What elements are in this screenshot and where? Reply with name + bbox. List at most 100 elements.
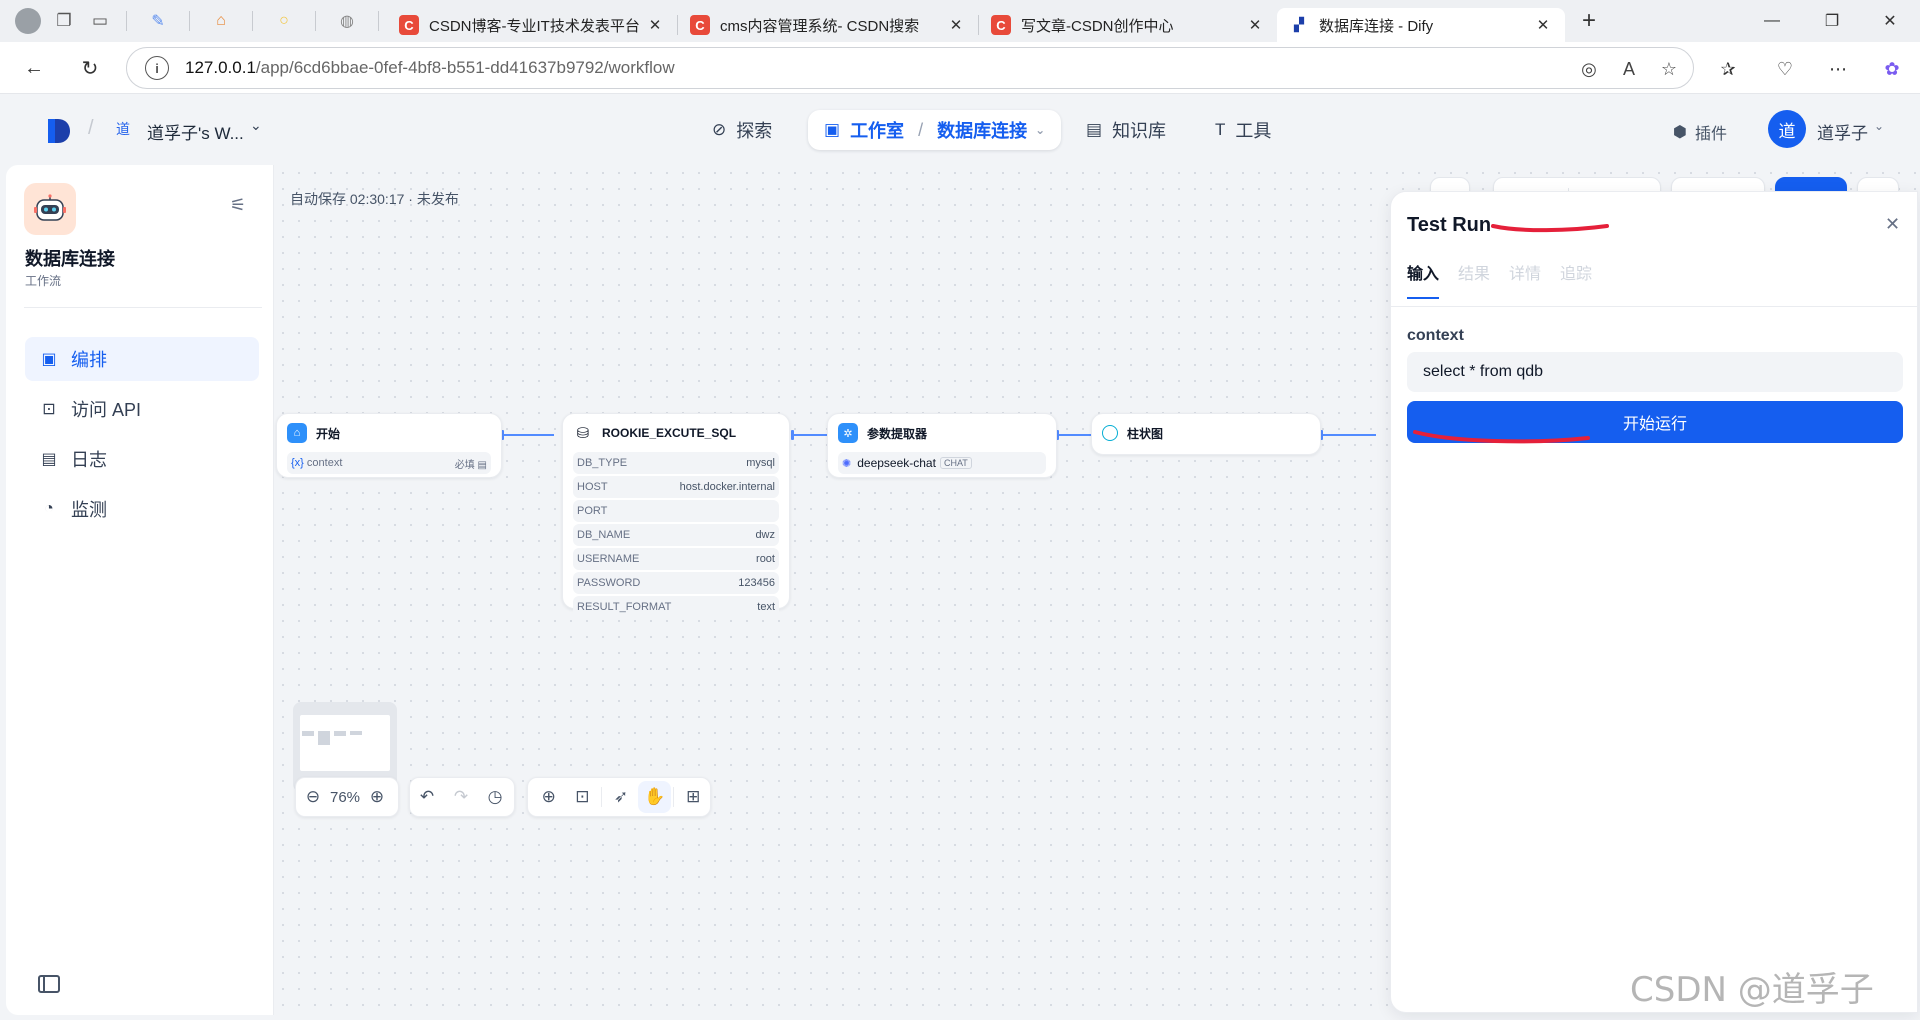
context-input[interactable] xyxy=(1407,352,1903,392)
undo-icon[interactable]: ↶ xyxy=(410,787,444,807)
close-tab-icon[interactable]: ✕ xyxy=(1245,16,1265,34)
browser-tab-bar: ❐ ▭ ✎ ⌂ ○ ◍ C CSDN博客-专业IT技术发表平台 ✕ C cms内… xyxy=(0,0,1920,42)
browser-tab[interactable]: C CSDN博客-专业IT技术发表平台 ✕ xyxy=(387,8,677,42)
sidebar-item-api[interactable]: ⊡ 访问 API xyxy=(25,387,259,431)
organize-icon[interactable]: ⊞ xyxy=(676,787,710,807)
browser-tab-active[interactable]: ▞ 数据库连接 - Dify ✕ xyxy=(1277,8,1565,42)
add-node-icon[interactable]: ⊕ xyxy=(532,787,566,807)
edge-start-sql[interactable] xyxy=(502,434,554,436)
sidebar-settings-icon[interactable]: ⚟ xyxy=(230,195,246,216)
chevron-down-icon[interactable]: ⌄ xyxy=(1874,119,1884,133)
node-var-row: {x} context 必填 ▤ xyxy=(287,452,491,474)
browser-tab[interactable]: C cms内容管理系统- CSDN搜索 ✕ xyxy=(678,8,978,42)
workflow-canvas[interactable]: 自动保存 02:30:17 · 未发布 ENV ▷ 运行 ◷ ☰ ⁘ 功能 发布… xyxy=(275,165,1920,1015)
pointer-icon[interactable]: ➶ xyxy=(604,787,638,807)
redo-icon[interactable]: ↷ xyxy=(444,787,478,807)
copilot-icon[interactable]: ✿ xyxy=(1877,54,1907,84)
restore-icon[interactable]: ❐ xyxy=(1802,0,1862,42)
refresh-icon[interactable]: ↻ xyxy=(74,52,106,84)
terminal-icon: ⊡ xyxy=(42,401,56,418)
compass-icon: ⊘ xyxy=(712,120,727,139)
favorites-icon[interactable]: ✰ xyxy=(1713,54,1743,84)
back-icon[interactable]: ← xyxy=(18,52,50,84)
node-param-row: DB_NAME dwz xyxy=(573,524,779,546)
database-icon: ⛁ xyxy=(573,423,593,443)
app-title: 数据库连接 xyxy=(25,249,115,269)
robot-icon: ▣ xyxy=(824,120,841,139)
start-run-button[interactable]: 开始运行 xyxy=(1407,401,1903,443)
browser-essentials-icon[interactable]: ♡ xyxy=(1770,54,1800,84)
zoom-level[interactable]: 76% xyxy=(330,789,360,806)
current-app-crumb[interactable]: 数据库连接 xyxy=(937,117,1027,143)
tab-detail[interactable]: 详情 xyxy=(1509,260,1541,284)
chevron-down-icon[interactable]: ⌄ xyxy=(1035,123,1045,137)
tab-actions-icon[interactable]: ▭ xyxy=(82,0,118,42)
workspace-name[interactable]: 道孚子's W... xyxy=(147,119,244,144)
browser-tab[interactable]: C 写文章-CSDN创作中心 ✕ xyxy=(979,8,1277,42)
app-sidebar: ⚟ 数据库连接 工作流 ▣ 编排 ⊡ 访问 API ▤ 日志 ◔ 监测 xyxy=(6,165,274,1015)
app-available-icon[interactable]: ◎ xyxy=(1575,55,1603,83)
pinned-tab-circle[interactable]: ○ xyxy=(261,0,307,42)
collections-icon[interactable]: ❐ xyxy=(46,0,82,42)
csdn-icon: C xyxy=(690,15,710,35)
watermark: CSDN @道孚子 xyxy=(1630,970,1874,1010)
nav-knowledge[interactable]: ▤ 知识库 xyxy=(1086,110,1166,150)
site-info-icon[interactable]: i xyxy=(145,56,169,80)
node-start[interactable]: ⌂ 开始 {x} context 必填 ▤ xyxy=(276,413,502,478)
tab-input[interactable]: 输入 xyxy=(1407,260,1439,284)
edge-bar-next[interactable] xyxy=(1321,434,1376,436)
close-window-icon[interactable]: ✕ xyxy=(1860,0,1920,42)
sidebar-item-monitor[interactable]: ◔ 监测 xyxy=(25,487,259,531)
tab-result[interactable]: 结果 xyxy=(1458,260,1490,284)
chart-icon xyxy=(1102,425,1118,441)
avatar[interactable]: 道 xyxy=(1768,110,1806,148)
minimize-icon[interactable]: — xyxy=(1742,0,1802,42)
close-icon[interactable]: ✕ xyxy=(1885,214,1900,235)
test-run-panel: Test Run ✕ 输入 结果 详情 追踪 context 开始运行 xyxy=(1390,191,1919,1013)
sidebar-item-logs[interactable]: ▤ 日志 xyxy=(25,437,259,481)
autosave-status: 自动保存 02:30:17 · 未发布 xyxy=(290,191,459,207)
plugins-button[interactable]: ⬢ 插件 xyxy=(1673,120,1727,144)
nav-tools[interactable]: T 工具 xyxy=(1215,110,1271,150)
pinned-tab-home[interactable]: ⌂ xyxy=(198,0,244,42)
nav-studio[interactable]: ▣ 工作室 / 数据库连接 ⌄ xyxy=(808,110,1062,150)
chevron-down-icon[interactable]: ⌄ xyxy=(250,117,262,134)
profile-icon[interactable] xyxy=(10,0,46,42)
log-icon: ▤ xyxy=(41,451,57,468)
url-field[interactable]: i 127.0.0.1/app/6cd6bbae-0fef-4bf8-b551-… xyxy=(126,47,1694,89)
workspace-badge[interactable]: 道 xyxy=(112,118,134,140)
node-param-row: PASSWORD 123456 xyxy=(573,572,779,594)
extractor-icon: ✲ xyxy=(838,423,858,443)
nav-explore[interactable]: ⊘ 探索 xyxy=(712,110,772,150)
close-tab-icon[interactable]: ✕ xyxy=(1533,16,1553,34)
dify-logo-icon[interactable] xyxy=(46,117,72,145)
canvas-tools-toolbar: ⊕ ⊡ ➶ ✋ ⊞ xyxy=(527,777,711,817)
more-menu-icon[interactable]: ⋯ xyxy=(1823,54,1853,84)
add-note-icon[interactable]: ⊡ xyxy=(566,787,600,807)
pinned-tab-globe[interactable]: ◍ xyxy=(324,0,370,42)
breadcrumb-separator: / xyxy=(88,117,94,139)
layout-icon: ▣ xyxy=(41,351,57,368)
node-bar-chart[interactable]: 柱状图 xyxy=(1091,413,1321,455)
app-header: / 道 道孚子's W... ⌄ ⊘ 探索 ▣ 工作室 / 数据库连接 ⌄ ▤ … xyxy=(0,95,1920,165)
sidebar-item-orchestrate[interactable]: ▣ 编排 xyxy=(25,337,259,381)
zoom-out-icon[interactable]: ⊖ xyxy=(296,787,330,807)
zoom-in-icon[interactable]: ⊕ xyxy=(360,787,394,807)
hand-icon[interactable]: ✋ xyxy=(637,781,672,813)
close-tab-icon[interactable]: ✕ xyxy=(946,16,966,34)
csdn-icon: C xyxy=(991,15,1011,35)
history-icon[interactable]: ◷ xyxy=(478,787,512,807)
history-toolbar: ↶ ↷ ◷ xyxy=(409,777,515,817)
collapse-sidebar-icon[interactable] xyxy=(38,975,60,993)
node-parameter-extractor[interactable]: ✲ 参数提取器 ✺ deepseek-chat CHAT xyxy=(827,413,1057,478)
node-sql[interactable]: ⛁ ROOKIE_EXCUTE_SQL DB_TYPE mysql HOST hos… xyxy=(562,413,790,618)
read-aloud-icon[interactable]: A xyxy=(1615,55,1643,83)
new-tab-icon[interactable]: + xyxy=(1571,7,1607,35)
node-param-row: RESULT_FORMAT text xyxy=(573,596,779,618)
user-name[interactable]: 道孚子 xyxy=(1817,119,1868,144)
favorite-star-icon[interactable]: ☆ xyxy=(1655,55,1683,83)
pinned-tab-bird[interactable]: ✎ xyxy=(135,0,181,42)
close-tab-icon[interactable]: ✕ xyxy=(645,16,665,34)
address-bar-row: ← ↻ i 127.0.0.1/app/6cd6bbae-0fef-4bf8-b… xyxy=(0,42,1920,94)
tab-tracing[interactable]: 追踪 xyxy=(1560,260,1592,284)
